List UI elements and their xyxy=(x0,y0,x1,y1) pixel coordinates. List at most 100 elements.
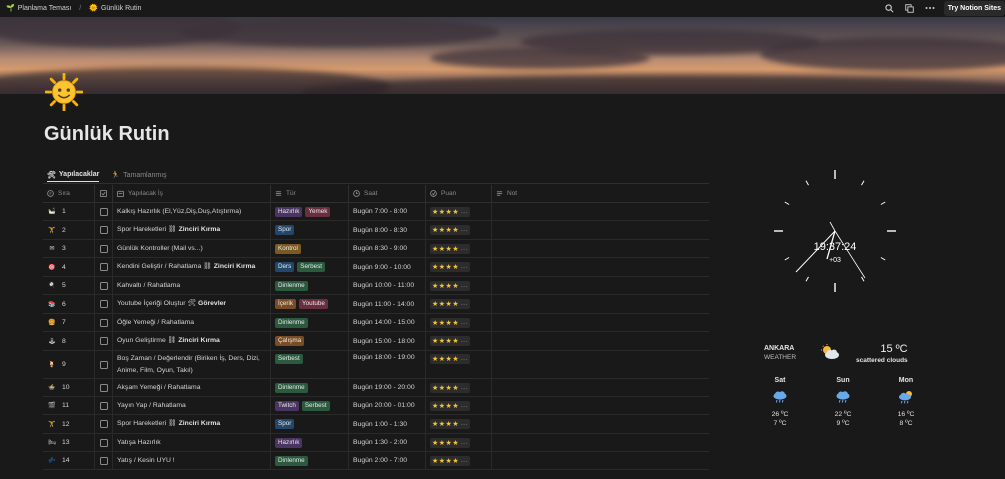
done-checkbox[interactable] xyxy=(99,300,108,308)
cell-not[interactable] xyxy=(492,332,709,350)
cell-task[interactable]: Kalkış Hazırlık (El,Yüz,Diş,Duş,Atıştırm… xyxy=(113,203,271,220)
cell-task[interactable]: Youtube İçeriği Oluştur 🛠 Görevler xyxy=(113,295,271,313)
cell-task[interactable]: Akşam Yemeği / Rahatlama xyxy=(113,379,271,396)
cell-task[interactable]: Oyun Geliştirme ⛓ Zinciri Kırma xyxy=(113,332,271,350)
done-checkbox[interactable] xyxy=(99,337,108,345)
cell-not[interactable] xyxy=(492,452,709,469)
done-checkbox[interactable] xyxy=(99,456,108,465)
cell-not[interactable] xyxy=(492,379,709,396)
cell-task[interactable]: Kahvaltı / Rahatlama xyxy=(113,277,271,294)
cell-not[interactable] xyxy=(492,351,709,378)
done-checkbox[interactable] xyxy=(99,383,108,392)
done-checkbox[interactable] xyxy=(99,263,108,271)
table-row[interactable]: 🍲 10 Akşam Yemeği / Rahatlama Dinlenme Bugün… xyxy=(43,379,709,397)
cell-saat[interactable]: Bugün 19:00 - 20:00 xyxy=(349,379,426,396)
table-row[interactable]: 🎬 11 Yayın Yap / Rahatlama Twitch Serbest Bug… xyxy=(43,397,709,415)
cell-tur[interactable]: Dinlenme xyxy=(271,277,349,294)
page-link[interactable]: Zinciri Kırma xyxy=(214,263,256,270)
duplicate-icon[interactable] xyxy=(904,2,916,14)
cell-task[interactable]: Yayın Yap / Rahatlama xyxy=(113,397,271,414)
sun-with-face-icon[interactable] xyxy=(45,73,83,111)
cell-tur[interactable]: Twitch Serbest xyxy=(271,397,349,414)
table-row[interactable]: 🎯 4 Kendini Geliştir / Rahatlama ⛓ Zinciri … xyxy=(43,258,709,277)
table-row[interactable]: 🍹 9 Boş Zaman / Değerlendir (Biriken İş, D… xyxy=(43,351,709,379)
cell-tur[interactable]: Dinlenme xyxy=(271,452,349,469)
cell-saat[interactable]: Bugün 11:00 - 14:00 xyxy=(349,295,426,313)
cell-not[interactable] xyxy=(492,203,709,220)
cell-saat[interactable]: Bugün 1:00 - 1:30 xyxy=(349,415,426,433)
try-notion-sites-button[interactable]: Try Notion Sites xyxy=(943,0,1005,16)
table-row[interactable]: ✉ 3 Günlük Kontroller (Mail vs...) Kontrol B… xyxy=(43,240,709,258)
breadcrumb-item-planlama[interactable]: Planlama Teması xyxy=(18,5,72,12)
cell-tur[interactable]: Dinlenme xyxy=(271,314,349,331)
column-header-tur[interactable]: Tür xyxy=(271,185,349,202)
table-row[interactable]: 🏋 12 Spor Hareketleri ⛓ Zinciri Kırma Spor Bu… xyxy=(43,415,709,434)
cell-task[interactable]: Yatışa Hazırlık xyxy=(113,434,271,451)
cell-tur[interactable]: Dinlenme xyxy=(271,379,349,396)
table-row[interactable]: 🕹 8 Oyun Geliştirme ⛓ Zinciri Kırma Çalışma B… xyxy=(43,332,709,351)
cell-not[interactable] xyxy=(492,277,709,294)
cell-saat[interactable]: Bugün 15:00 - 18:00 xyxy=(349,332,426,350)
table-row[interactable]: 🛏 13 Yatışa Hazırlık Hazırlık Bugün 1:30 - 2… xyxy=(43,434,709,452)
cell-tur[interactable]: Çalışma xyxy=(271,332,349,350)
more-icon[interactable] xyxy=(924,2,936,14)
table-row[interactable]: 🛀 1 Kalkış Hazırlık (El,Yüz,Diş,Duş,Atıştı… xyxy=(43,203,709,221)
done-checkbox[interactable] xyxy=(99,360,108,369)
cell-tur[interactable]: Spor xyxy=(271,415,349,433)
cell-task[interactable]: Kendini Geliştir / Rahatlama ⛓ Zinciri Kı… xyxy=(113,258,271,276)
done-checkbox[interactable] xyxy=(99,420,108,428)
cell-tur[interactable]: Kontrol xyxy=(271,240,349,257)
done-checkbox[interactable] xyxy=(99,226,108,234)
cell-not[interactable] xyxy=(492,258,709,276)
page-link[interactable]: Zinciri Kırma xyxy=(179,420,221,427)
cell-not[interactable] xyxy=(492,295,709,313)
cell-task[interactable]: Spor Hareketleri ⛓ Zinciri Kırma xyxy=(113,221,271,239)
cell-not[interactable] xyxy=(492,415,709,433)
cell-not[interactable] xyxy=(492,397,709,414)
cell-saat[interactable]: Bugün 14:00 - 15:00 xyxy=(349,314,426,331)
cell-task[interactable]: Öğle Yemeği / Rahatlama xyxy=(113,314,271,331)
done-checkbox[interactable] xyxy=(99,244,108,253)
column-header-puan[interactable]: Puan xyxy=(426,185,492,202)
cell-not[interactable] xyxy=(492,434,709,451)
done-checkbox[interactable] xyxy=(99,401,108,410)
cell-saat[interactable]: Bugün 10:00 - 11:00 xyxy=(349,277,426,294)
cell-task[interactable]: Boş Zaman / Değerlendir (Biriken İş, Der… xyxy=(113,351,271,378)
cell-not[interactable] xyxy=(492,314,709,331)
cell-saat[interactable]: Bugün 8:00 - 8:30 xyxy=(349,221,426,239)
cell-saat[interactable]: Bugün 20:00 - 01:00 xyxy=(349,397,426,414)
table-row[interactable]: 🏋 2 Spor Hareketleri ⛓ Zinciri Kırma Spor Bug… xyxy=(43,221,709,240)
table-row[interactable]: 📚 6 Youtube İçeriği Oluştur 🛠 Görevler İçeri… xyxy=(43,295,709,314)
table-row[interactable]: 🍳 5 Kahvaltı / Rahatlama Dinlenme Bugün 10:0… xyxy=(43,277,709,295)
cell-saat[interactable]: Bugün 2:00 - 7:00 xyxy=(349,452,426,469)
cell-tur[interactable]: İçerik Youtube xyxy=(271,295,349,313)
page-link[interactable]: Zinciri Kırma xyxy=(178,337,220,344)
page-link[interactable]: Zinciri Kırma xyxy=(179,226,221,233)
table-row[interactable]: 💤 14 Yatış / Kesin UYU ! Dinlenme Bugün 2:00… xyxy=(43,452,709,470)
search-icon[interactable] xyxy=(884,2,896,14)
column-header-saat[interactable]: Saat xyxy=(349,185,426,202)
column-header-checkbox[interactable] xyxy=(95,185,113,202)
cell-tur[interactable]: Hazırlık xyxy=(271,434,349,451)
cell-task[interactable]: Günlük Kontroller (Mail vs...) xyxy=(113,240,271,257)
tab-yapilacaklar[interactable]: 🛠 Yapılacaklar xyxy=(47,168,100,182)
cell-tur[interactable]: Hazırlık Yemek xyxy=(271,203,349,220)
breadcrumb-item-gunluk-rutin[interactable]: Günlük Rutin xyxy=(101,5,141,12)
column-header-yapilacak-is[interactable]: Yapılacak İş xyxy=(113,185,271,202)
done-checkbox[interactable] xyxy=(99,281,108,290)
column-header-not[interactable]: Not xyxy=(492,185,709,202)
cell-saat[interactable]: Bugün 1:30 - 2:00 xyxy=(349,434,426,451)
column-header-sira[interactable]: # Sıra xyxy=(43,185,95,202)
cell-not[interactable] xyxy=(492,221,709,239)
cell-saat[interactable]: Bugün 8:30 - 9:00 xyxy=(349,240,426,257)
done-checkbox[interactable] xyxy=(99,438,108,447)
cell-task[interactable]: Spor Hareketleri ⛓ Zinciri Kırma xyxy=(113,415,271,433)
tab-tamamlanmis[interactable]: 🏃 Tamamlanmış xyxy=(111,168,166,182)
cell-tur[interactable]: Serbest xyxy=(271,351,349,378)
cell-saat[interactable]: Bugün 7:00 - 8:00 xyxy=(349,203,426,220)
done-checkbox[interactable] xyxy=(99,207,108,216)
cell-task[interactable]: Yatış / Kesin UYU ! xyxy=(113,452,271,469)
cell-saat[interactable]: Bugün 9:00 - 10:00 xyxy=(349,258,426,276)
cell-tur[interactable]: Ders Serbest xyxy=(271,258,349,276)
page-link[interactable]: Görevler xyxy=(198,300,226,307)
